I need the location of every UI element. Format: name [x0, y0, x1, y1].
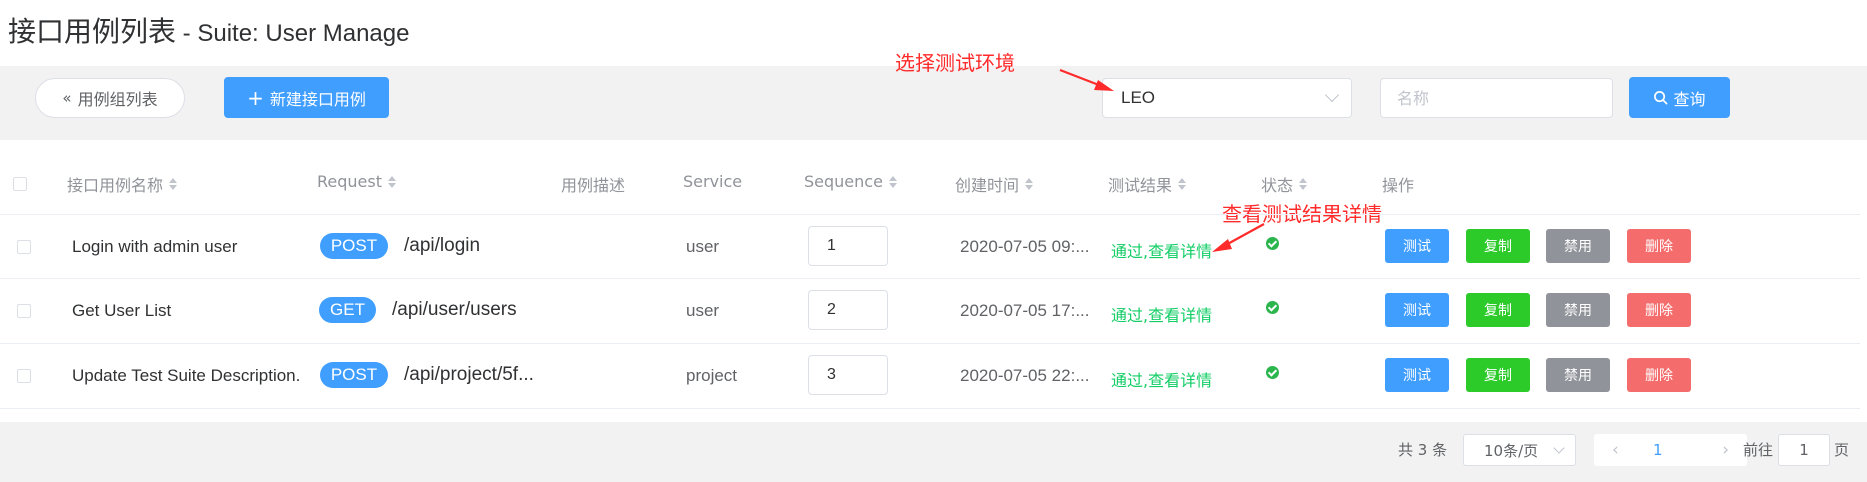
service-name: user — [686, 301, 720, 320]
prev-page-icon[interactable]: ‹ — [1612, 440, 1619, 460]
pager: ‹ 1 › — [1594, 434, 1747, 466]
result-detail-link[interactable]: 通过,查看详情 — [1111, 302, 1212, 326]
page-size-select[interactable]: 10条/页 — [1463, 434, 1576, 466]
delete-button[interactable]: 删除 — [1627, 229, 1691, 263]
double-chevron-left-icon: « — [62, 89, 72, 107]
created-time: 2020-07-05 09:... — [960, 237, 1090, 256]
case-name: Get User List — [72, 301, 172, 320]
row-divider — [0, 343, 1860, 344]
row-checkbox[interactable] — [17, 240, 31, 254]
created-time: 2020-07-05 22:... — [960, 366, 1090, 385]
column-header-status[interactable]: 状态 — [1261, 172, 1308, 196]
result-detail-link[interactable]: 通过,查看详情 — [1111, 367, 1212, 391]
environment-value: LEO — [1121, 88, 1156, 107]
goto-label: 前往 — [1743, 441, 1774, 459]
method-badge: GET — [319, 297, 376, 323]
pagination-bar — [0, 422, 1867, 482]
search-icon — [1654, 91, 1668, 105]
case-name: Login with admin user — [72, 237, 238, 256]
check-circle-icon — [1266, 366, 1279, 379]
case-name: Update Test Suite Description. — [72, 366, 301, 385]
sort-icon[interactable] — [1178, 178, 1187, 190]
annotation-select-env: 选择测试环境 — [895, 51, 1015, 75]
search-button[interactable]: 查询 — [1629, 77, 1730, 118]
sort-icon[interactable] — [169, 178, 178, 190]
result-detail-link[interactable]: 通过,查看详情 — [1111, 238, 1212, 262]
column-header-service: Service — [683, 172, 743, 191]
request-path: /api/user/users — [392, 299, 517, 320]
total-count: 共 3 条 — [1398, 441, 1448, 459]
annotation-arrow-result — [1212, 223, 1265, 252]
disable-button[interactable]: 禁用 — [1546, 229, 1610, 263]
sort-icon[interactable] — [388, 175, 396, 188]
copy-button[interactable]: 复制 — [1466, 229, 1530, 263]
copy-button[interactable]: 复制 — [1466, 293, 1530, 327]
request-path: /api/login — [404, 235, 481, 256]
sort-icon[interactable] — [1025, 178, 1034, 190]
column-header-request[interactable]: Request — [317, 172, 396, 191]
page-number-current[interactable]: 1 — [1653, 441, 1663, 459]
copy-button[interactable]: 复制 — [1466, 358, 1530, 392]
row-checkbox[interactable] — [17, 304, 31, 318]
column-header-sequence[interactable]: Sequence — [804, 172, 897, 191]
request-path: /api/project/5f... — [404, 364, 534, 385]
delete-button[interactable]: 删除 — [1627, 358, 1691, 392]
select-all-checkbox[interactable] — [13, 177, 27, 191]
test-button[interactable]: 测试 — [1385, 358, 1449, 392]
sort-icon[interactable] — [1299, 178, 1308, 190]
annotation-arrow-env — [1059, 68, 1114, 91]
column-header-result[interactable]: 测试结果 — [1108, 172, 1187, 196]
test-button[interactable]: 测试 — [1385, 293, 1449, 327]
method-badge: POST — [320, 362, 388, 388]
page-size-value: 10条/页 — [1484, 441, 1539, 460]
service-name: user — [686, 237, 720, 256]
new-api-case-button[interactable]: + 新建接口用例 — [224, 77, 389, 118]
chevron-down-icon — [1324, 87, 1340, 103]
method-badge: POST — [320, 233, 388, 259]
service-name: project — [686, 366, 738, 385]
disable-button[interactable]: 禁用 — [1546, 293, 1610, 327]
test-button[interactable]: 测试 — [1385, 229, 1449, 263]
row-checkbox[interactable] — [17, 369, 31, 383]
sequence-input[interactable] — [808, 226, 888, 266]
next-page-icon[interactable]: › — [1722, 440, 1729, 460]
case-group-list-label: 用例组列表 — [77, 90, 158, 109]
environment-select[interactable]: LEO — [1102, 78, 1352, 118]
page-title: 接口用例列表 - Suite: User Manage — [8, 10, 409, 50]
goto-page-input[interactable]: 1 — [1778, 434, 1830, 466]
sequence-input[interactable] — [808, 290, 888, 330]
column-header-actions: 操作 — [1382, 176, 1415, 195]
column-header-name[interactable]: 接口用例名称 — [67, 172, 178, 196]
goto-page-value: 1 — [1799, 441, 1809, 459]
case-group-list-button[interactable]: « 用例组列表 — [35, 78, 185, 118]
search-label: 查询 — [1673, 89, 1706, 109]
sort-icon[interactable] — [888, 175, 897, 188]
created-time: 2020-07-05 17:... — [960, 301, 1090, 320]
page-title-main: 接口用例列表 — [8, 15, 177, 48]
row-divider — [0, 408, 1860, 409]
new-api-case-label: 新建接口用例 — [269, 89, 366, 109]
column-header-created[interactable]: 创建时间 — [955, 172, 1034, 196]
plus-icon: + — [247, 85, 264, 110]
delete-button[interactable]: 删除 — [1627, 293, 1691, 327]
column-header-description: 用例描述 — [561, 176, 626, 195]
chevron-down-icon — [1553, 442, 1565, 454]
name-search-input[interactable] — [1380, 78, 1613, 118]
check-circle-icon — [1266, 237, 1279, 250]
row-divider — [0, 214, 1860, 215]
check-circle-icon — [1266, 301, 1279, 314]
sequence-input[interactable] — [808, 355, 888, 395]
suite-name: - Suite: User Manage — [176, 20, 410, 47]
disable-button[interactable]: 禁用 — [1546, 358, 1610, 392]
row-divider — [0, 278, 1860, 279]
page-suffix-label: 页 — [1834, 441, 1850, 459]
